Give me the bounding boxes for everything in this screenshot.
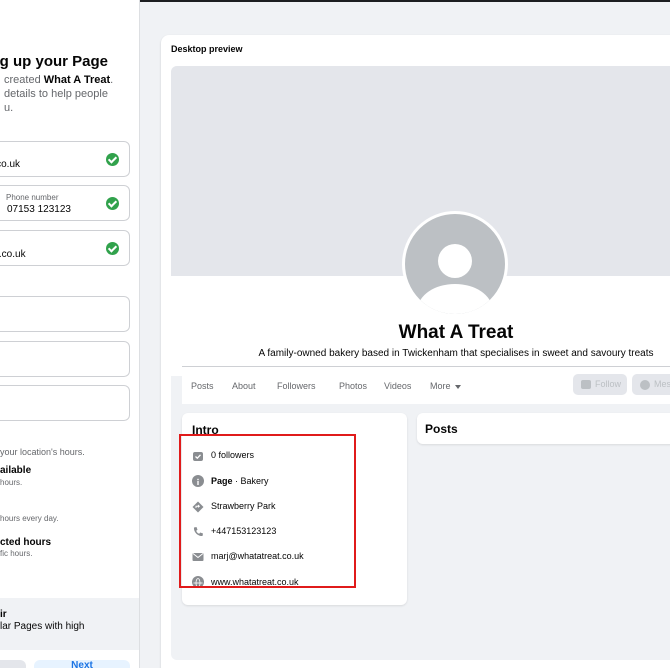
email-field[interactable]: at.co.uk [0,141,130,177]
city-field[interactable] [0,341,130,377]
previous-button[interactable] [0,660,26,668]
page-name: What A Treat [398,322,514,343]
posts-title: Posts [425,422,458,436]
posts-card: Posts [417,413,670,444]
follow-button[interactable]: Follow [573,374,627,395]
verified-check-icon [106,153,119,166]
hours-option-available[interactable]: ailable [0,465,31,476]
follow-icon [581,380,591,389]
tab-more[interactable]: More [430,381,461,391]
setup-title: Setting up your Page [0,53,109,70]
tab-followers[interactable]: Followers [277,381,316,391]
tab-posts[interactable]: Posts [191,381,214,391]
page-tabs: Posts About Followers Photos Videos More… [182,366,670,404]
hours-intro: your location's hours. [0,447,85,457]
tab-photos[interactable]: Photos [339,381,367,391]
hours-option-always-open[interactable]: hours every day. [0,514,59,523]
page-description: A family-owned bakery based in Twickenha… [258,348,654,359]
phone-number-field[interactable]: Phone number 07153 123123 [0,185,130,221]
postcode-field[interactable] [0,385,130,421]
message-button[interactable]: Mes [632,374,670,395]
setup-subtitle: created What A Treat. details to help pe… [4,74,114,114]
tab-videos[interactable]: Videos [384,381,411,391]
website-field[interactable]: eat.co.uk [0,230,130,266]
profile-picture-avatar [402,211,508,317]
verified-check-icon [106,197,119,210]
highlight-annotation-box [179,434,356,588]
next-button[interactable]: Next [34,660,130,668]
messenger-icon [640,380,650,390]
tab-about[interactable]: About [232,381,256,391]
setup-panel: Setting up your Page created What A Trea… [0,0,140,668]
preview-label: Desktop preview [171,44,243,54]
tip-banner: ir lar Pages with high [0,598,139,650]
hours-option-selected[interactable]: cted hours [0,537,51,548]
verified-check-icon [106,242,119,255]
address-field[interactable]: rk [0,296,130,332]
